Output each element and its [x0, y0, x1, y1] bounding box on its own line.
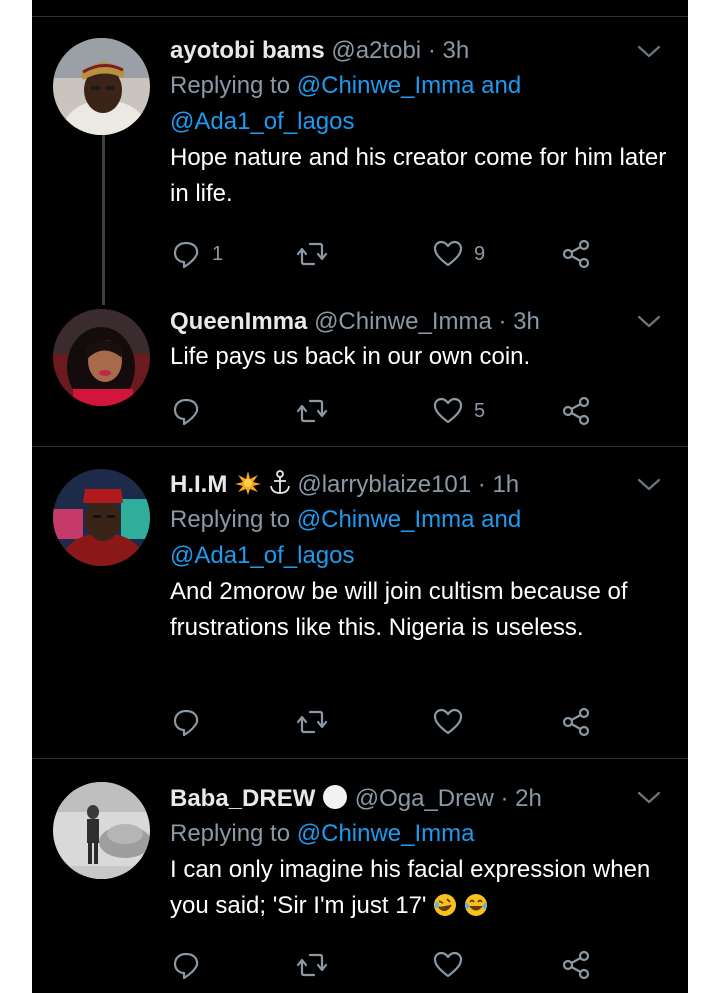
rolling-laugh-emoji — [434, 894, 457, 916]
replying-to-label: Replying to — [170, 820, 291, 847]
like-button[interactable]: 5 — [432, 391, 485, 431]
mention-link[interactable]: @Ada1_of_lagos — [170, 108, 355, 135]
handle[interactable]: @Chinwe_Imma — [314, 308, 492, 335]
tweet-actions: 5 — [170, 391, 620, 431]
reply-icon — [173, 241, 199, 269]
display-name[interactable]: H.I.M — [170, 471, 227, 498]
tweet-text: And 2morow be will join cultism because … — [170, 578, 628, 641]
tweet[interactable]: H.I.M @larryblaize101 · 1h Replying to @… — [32, 447, 688, 757]
timestamp[interactable]: · 3h — [428, 37, 469, 64]
mention-link[interactable]: @Chinwe_Imma — [297, 72, 475, 99]
share-icon — [562, 239, 590, 269]
like-icon — [433, 708, 463, 735]
retweet-button[interactable] — [296, 945, 328, 985]
like-icon — [433, 240, 463, 267]
like-count: 9 — [474, 242, 486, 265]
replying-to: Replying to @Chinwe_Imma — [170, 816, 670, 852]
reply-icon — [173, 952, 199, 980]
avatar[interactable] — [53, 469, 150, 566]
tweet-text: Hope nature and his creator come for him… — [170, 144, 667, 207]
handle[interactable]: @larryblaize101 — [297, 471, 471, 498]
chevron-down-icon[interactable] — [636, 790, 662, 806]
sparkle-sun-icon — [235, 471, 261, 495]
reply-button[interactable] — [170, 391, 212, 431]
white-circle-icon — [323, 785, 348, 809]
like-button[interactable] — [432, 702, 474, 742]
like-button[interactable]: 9 — [432, 234, 485, 274]
handle[interactable]: @Oga_Drew — [355, 785, 494, 812]
share-button[interactable] — [560, 234, 592, 274]
share-button[interactable] — [560, 702, 592, 742]
like-icon — [433, 397, 463, 424]
timestamp[interactable]: · 2h — [500, 785, 541, 812]
mention-link[interactable]: @Ada1_of_lagos — [170, 542, 355, 569]
tweet-actions — [170, 945, 620, 985]
tears-of-joy-emoji — [464, 894, 487, 916]
chevron-down-icon[interactable] — [636, 44, 662, 60]
display-name[interactable]: QueenImma — [170, 308, 307, 335]
retweet-button[interactable] — [296, 234, 328, 274]
timestamp[interactable]: · 3h — [498, 308, 539, 335]
handle[interactable]: @a2tobi — [331, 37, 421, 64]
chevron-down-icon[interactable] — [636, 477, 662, 493]
like-button[interactable] — [432, 945, 474, 985]
reply-button[interactable]: 1 — [170, 234, 223, 274]
display-name[interactable]: Baba_DREW — [170, 785, 315, 812]
reply-icon — [173, 709, 199, 737]
replying-to-label: Replying to — [170, 72, 291, 99]
tweet-text: I can only imagine his facial expression… — [170, 856, 651, 919]
share-button[interactable] — [560, 945, 592, 985]
replying-to: Replying to @Chinwe_Imma and @Ada1_of_la… — [170, 502, 670, 574]
mention-link[interactable]: @Chinwe_Imma — [297, 820, 475, 847]
retweet-icon — [296, 242, 328, 266]
tweet[interactable]: ayotobi bams @a2tobi · 3h Replying to @C… — [32, 0, 688, 300]
share-icon — [562, 707, 590, 737]
reply-count: 1 — [212, 242, 224, 265]
retweet-icon — [296, 399, 328, 423]
mention-link[interactable]: @Chinwe_Imma — [297, 506, 475, 533]
retweet-button[interactable] — [296, 702, 328, 742]
replying-to-label: Replying to — [170, 506, 291, 533]
reply-button[interactable] — [170, 702, 212, 742]
chevron-down-icon[interactable] — [636, 314, 662, 330]
avatar[interactable] — [53, 38, 150, 135]
retweet-button[interactable] — [296, 391, 328, 431]
share-icon — [562, 950, 590, 980]
timestamp[interactable]: · 1h — [478, 471, 519, 498]
and-word: and — [481, 72, 522, 99]
share-button[interactable] — [560, 391, 592, 431]
anchor-icon — [269, 470, 290, 494]
tweet[interactable]: Baba_DREW @Oga_Drew · 2h Replying to @Ch… — [32, 759, 688, 993]
tweet-actions — [170, 702, 620, 742]
tweet[interactable]: QueenImma @Chinwe_Imma · 3h Life pays us… — [32, 300, 688, 445]
like-icon — [433, 951, 463, 978]
like-count: 5 — [474, 399, 486, 422]
retweet-icon — [296, 953, 328, 977]
share-icon — [562, 396, 590, 426]
tweet-text-container: I can only imagine his facial expression… — [170, 852, 670, 924]
and-word: and — [481, 506, 522, 533]
display-name[interactable]: ayotobi bams — [170, 37, 325, 64]
avatar[interactable] — [53, 782, 150, 879]
reply-button[interactable] — [170, 945, 212, 985]
tweet-text: Life pays us back in our own coin. — [170, 343, 531, 370]
reply-icon — [173, 398, 199, 426]
tweet-actions: 1 9 — [170, 234, 620, 274]
timeline: ayotobi bams @a2tobi · 3h Replying to @C… — [32, 0, 688, 993]
avatar[interactable] — [53, 309, 150, 406]
retweet-icon — [296, 710, 328, 734]
replying-to: Replying to @Chinwe_Imma and @Ada1_of_la… — [170, 68, 670, 140]
